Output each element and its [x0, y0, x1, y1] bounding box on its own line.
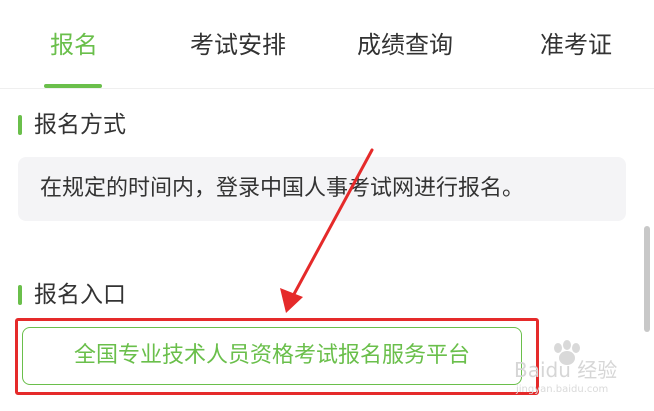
- method-section-title: 报名方式: [18, 110, 126, 140]
- paw-logo-icon: [554, 340, 580, 365]
- method-title-text: 报名方式: [34, 112, 126, 138]
- active-tab-indicator: [44, 84, 102, 88]
- baidu-jingyan-watermark: Baidu 经验 jingyan.baidu.com: [514, 340, 617, 395]
- registration-platform-label: 全国专业技术人员资格考试报名服务平台: [73, 343, 470, 368]
- method-info-box: 在规定的时间内，登录中国人事考试网进行报名。: [18, 157, 626, 221]
- entry-title-text: 报名入口: [34, 282, 126, 308]
- entry-section-title: 报名入口: [18, 280, 126, 310]
- tab-score-query[interactable]: 成绩查询: [357, 28, 453, 68]
- method-info-text: 在规定的时间内，登录中国人事考试网进行报名。: [40, 176, 525, 201]
- section-title-bar: [18, 285, 22, 305]
- vertical-scrollbar[interactable]: [644, 226, 650, 332]
- watermark-logo-text: Baidu 经验: [514, 358, 617, 382]
- tab-registration[interactable]: 报名: [50, 28, 98, 68]
- tab-admission-ticket[interactable]: 准考证: [540, 28, 612, 68]
- watermark-url-text: jingyan.baidu.com: [515, 384, 608, 395]
- annotation-arrow-head: [280, 288, 303, 313]
- registration-platform-button[interactable]: 全国专业技术人员资格考试报名服务平台: [22, 327, 522, 385]
- tab-exam-schedule[interactable]: 考试安排: [190, 28, 286, 68]
- tab-bar: 报名 考试安排 成绩查询 准考证: [0, 0, 654, 89]
- section-title-bar: [18, 115, 22, 135]
